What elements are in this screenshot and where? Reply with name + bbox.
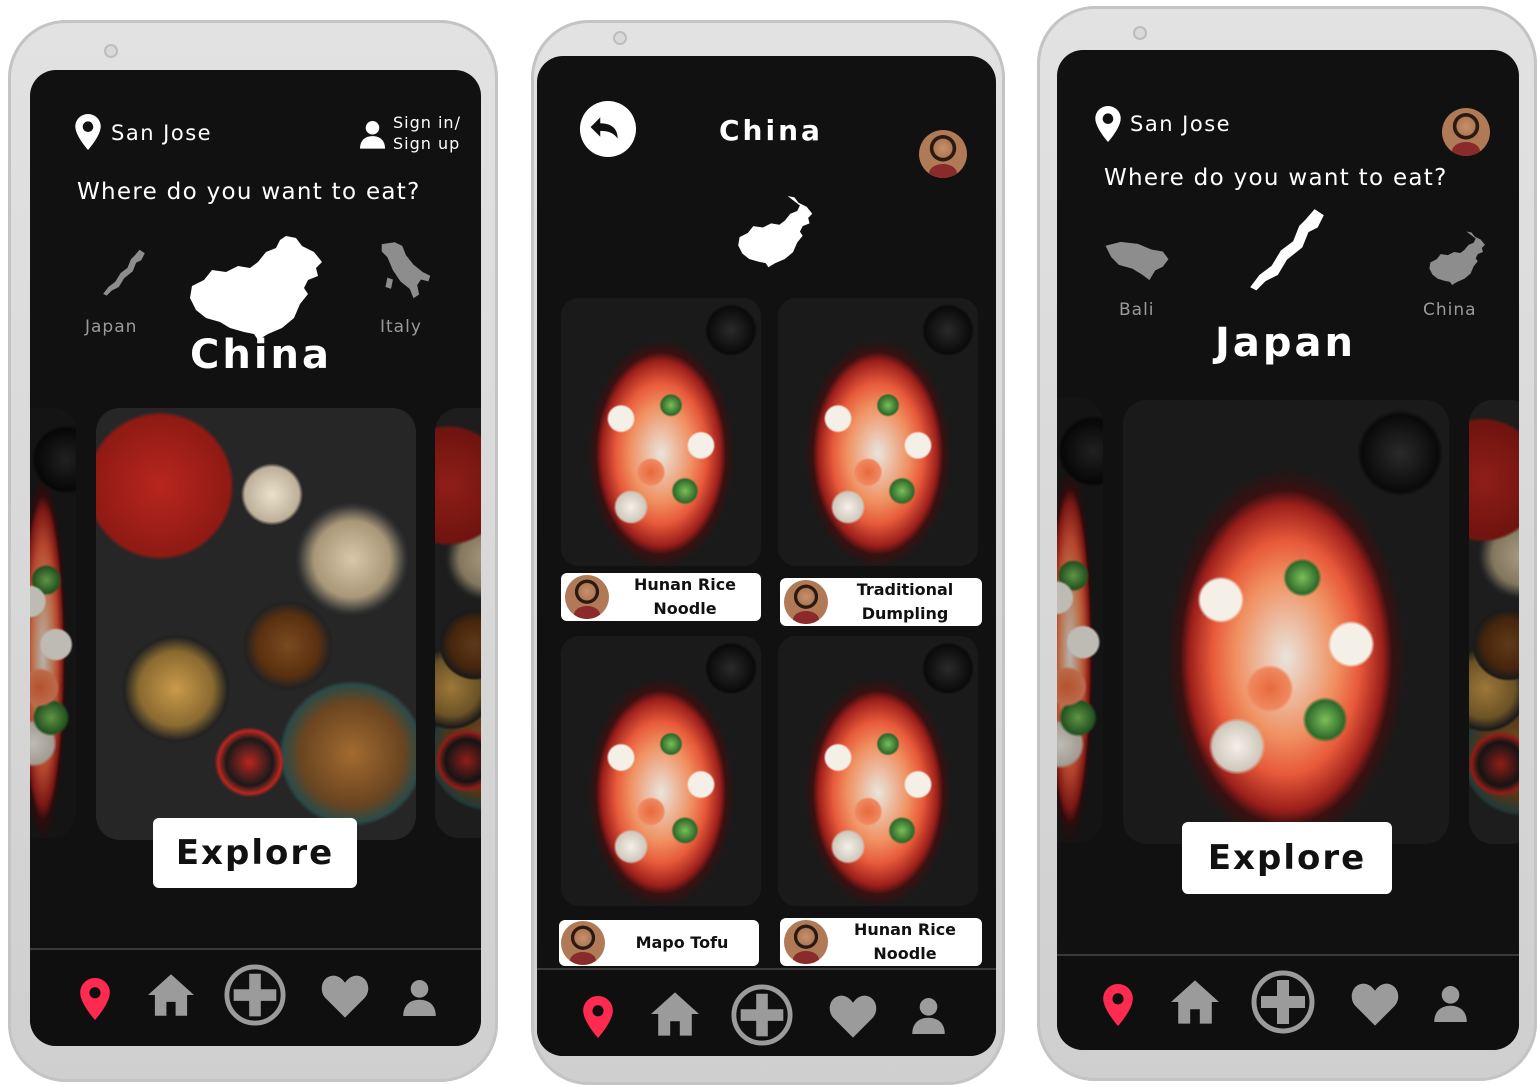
camera: [1133, 26, 1147, 40]
user-avatar[interactable]: [919, 130, 967, 178]
dish-card-2-image[interactable]: [778, 298, 978, 566]
sign-up-label: Sign up: [393, 134, 461, 153]
question-heading: Where do you want to eat?: [1104, 165, 1448, 191]
add-circle-icon[interactable]: [224, 964, 286, 1026]
sign-in-button[interactable]: Sign in/ Sign up: [360, 113, 470, 157]
location-pin-icon[interactable]: [583, 996, 613, 1038]
location-pin-icon: [75, 114, 101, 150]
italy-map-icon[interactable]: [378, 238, 434, 308]
right-country-label[interactable]: Italy: [380, 317, 422, 337]
bali-map-icon[interactable]: [1103, 240, 1171, 282]
screen-china-dishes: China Hunan Rice Noodle Traditional Dumpli…: [537, 56, 996, 1056]
bottom-nav-bar: [30, 948, 481, 1046]
dish-name-line1: Hunan Rice: [633, 575, 737, 594]
dish-card-3-image[interactable]: [561, 636, 761, 906]
chef-avatar: [784, 580, 828, 624]
chef-avatar: [565, 575, 609, 619]
carousel-card-current[interactable]: [96, 408, 416, 840]
page-title: China: [719, 114, 823, 147]
dish-card-1-image[interactable]: [561, 298, 761, 566]
carousel-card-next[interactable]: [1469, 400, 1519, 844]
chef-avatar: [784, 920, 828, 964]
profile-icon[interactable]: [1434, 984, 1467, 1022]
add-circle-icon[interactable]: [731, 984, 793, 1046]
location-label[interactable]: San Jose: [1130, 112, 1231, 136]
location-pin-icon: [1095, 106, 1121, 142]
carousel-card-previous[interactable]: [1057, 398, 1103, 842]
japan-map-icon[interactable]: [98, 246, 150, 302]
carousel-card-next[interactable]: [435, 408, 481, 838]
dish-card-3-label[interactable]: Mapo Tofu: [559, 920, 759, 966]
user-icon: [360, 120, 385, 149]
sign-in-label: Sign in/: [393, 113, 461, 132]
left-country-label[interactable]: Bali: [1119, 300, 1155, 320]
china-map-icon[interactable]: [1415, 230, 1487, 290]
dish-name-line1: Traditional: [856, 580, 954, 599]
location-label[interactable]: San Jose: [111, 121, 212, 145]
location-pin-icon[interactable]: [1103, 984, 1133, 1026]
dish-name-line1: Hunan Rice: [853, 920, 957, 939]
japan-map-icon[interactable]: [1241, 202, 1333, 302]
right-country-label[interactable]: China: [1423, 300, 1477, 320]
carousel-card-previous[interactable]: [30, 408, 76, 838]
question-heading: Where do you want to eat?: [77, 179, 421, 205]
profile-icon[interactable]: [912, 996, 945, 1034]
home-icon[interactable]: [1171, 980, 1219, 1024]
add-circle-icon[interactable]: [1251, 970, 1315, 1034]
heart-icon[interactable]: [829, 994, 877, 1038]
bottom-nav-bar: [537, 968, 996, 1056]
carousel-card-current[interactable]: [1123, 400, 1449, 844]
dish-name-line2: Dumpling: [861, 604, 949, 623]
center-country-title: Japan: [1215, 320, 1356, 366]
heart-icon[interactable]: [1351, 982, 1399, 1026]
dish-card-4-label[interactable]: Hunan Rice Noodle: [780, 918, 982, 966]
center-country-title: China: [190, 332, 333, 378]
chef-avatar: [561, 921, 605, 965]
explore-button[interactable]: Explore: [1182, 822, 1392, 894]
dish-card-4-image[interactable]: [778, 636, 978, 906]
camera: [613, 31, 627, 45]
phone-frame-1: San Jose Sign in/ Sign up Where do you w…: [8, 20, 498, 1082]
home-icon[interactable]: [651, 992, 699, 1036]
screen-home-japan: San Jose Where do you want to eat? Bali …: [1057, 50, 1519, 1050]
screen-home-china: San Jose Sign in/ Sign up Where do you w…: [30, 70, 481, 1046]
back-arrow-icon[interactable]: [579, 100, 637, 158]
home-icon[interactable]: [148, 974, 194, 1016]
user-avatar[interactable]: [1442, 108, 1490, 156]
dish-name-line2: Noodle: [873, 944, 937, 963]
dish-name-line1: Mapo Tofu: [635, 933, 729, 952]
dish-card-1-label[interactable]: Hunan Rice Noodle: [561, 573, 761, 621]
dish-name-line2: Noodle: [653, 599, 717, 618]
phone-frame-3: San Jose Where do you want to eat? Bali …: [1037, 6, 1537, 1081]
left-country-label[interactable]: Japan: [85, 317, 137, 337]
camera: [104, 44, 118, 58]
explore-button[interactable]: Explore: [153, 818, 357, 888]
heart-icon[interactable]: [321, 974, 369, 1018]
profile-icon[interactable]: [403, 978, 436, 1016]
phone-frame-2: China Hunan Rice Noodle Traditional Dumpli…: [531, 20, 1005, 1085]
dish-card-2-label[interactable]: Traditional Dumpling: [780, 578, 982, 626]
location-pin-icon[interactable]: [80, 978, 110, 1020]
china-map-icon: [738, 195, 813, 268]
bottom-nav-bar: [1057, 954, 1519, 1050]
